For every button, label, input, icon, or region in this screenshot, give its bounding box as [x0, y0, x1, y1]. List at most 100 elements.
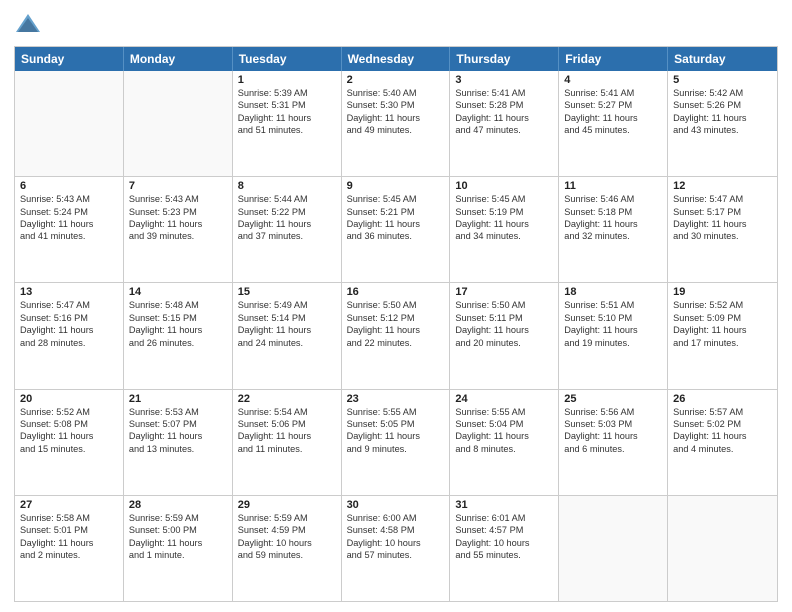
calendar-row-0: 1Sunrise: 5:39 AMSunset: 5:31 PMDaylight… [15, 71, 777, 176]
day-number: 26 [673, 393, 772, 405]
cell-info-line: Daylight: 11 hours [129, 430, 227, 442]
cell-info-line: Sunset: 5:07 PM [129, 418, 227, 430]
day-cell-21: 21Sunrise: 5:53 AMSunset: 5:07 PMDayligh… [124, 390, 233, 495]
day-number: 22 [238, 393, 336, 405]
day-cell-19: 19Sunrise: 5:52 AMSunset: 5:09 PMDayligh… [668, 283, 777, 388]
day-cell-14: 14Sunrise: 5:48 AMSunset: 5:15 PMDayligh… [124, 283, 233, 388]
cell-info-line: and 34 minutes. [455, 230, 553, 242]
day-number: 29 [238, 499, 336, 511]
cell-info-line: and 39 minutes. [129, 230, 227, 242]
day-number: 18 [564, 286, 662, 298]
cell-info-line: and 28 minutes. [20, 337, 118, 349]
weekday-header-monday: Monday [124, 47, 233, 71]
day-number: 9 [347, 180, 445, 192]
day-number: 31 [455, 499, 553, 511]
calendar-header: SundayMondayTuesdayWednesdayThursdayFrid… [15, 47, 777, 71]
cell-info-line: and 6 minutes. [564, 443, 662, 455]
cell-info-line: Sunrise: 5:39 AM [238, 87, 336, 99]
day-cell-31: 31Sunrise: 6:01 AMSunset: 4:57 PMDayligh… [450, 496, 559, 601]
cell-info-line: and 51 minutes. [238, 124, 336, 136]
day-number: 4 [564, 74, 662, 86]
day-cell-7: 7Sunrise: 5:43 AMSunset: 5:23 PMDaylight… [124, 177, 233, 282]
day-cell-17: 17Sunrise: 5:50 AMSunset: 5:11 PMDayligh… [450, 283, 559, 388]
cell-info-line: and 41 minutes. [20, 230, 118, 242]
cell-info-line: Sunset: 5:26 PM [673, 99, 772, 111]
cell-info-line: Daylight: 11 hours [673, 430, 772, 442]
cell-info-line: and 13 minutes. [129, 443, 227, 455]
cell-info-line: Daylight: 11 hours [347, 112, 445, 124]
cell-info-line: and 26 minutes. [129, 337, 227, 349]
day-cell-4: 4Sunrise: 5:41 AMSunset: 5:27 PMDaylight… [559, 71, 668, 176]
weekday-header-saturday: Saturday [668, 47, 777, 71]
day-cell-11: 11Sunrise: 5:46 AMSunset: 5:18 PMDayligh… [559, 177, 668, 282]
cell-info-line: Sunrise: 5:41 AM [455, 87, 553, 99]
cell-info-line: Daylight: 11 hours [455, 112, 553, 124]
cell-info-line: Sunrise: 5:50 AM [455, 299, 553, 311]
cell-info-line: Daylight: 11 hours [564, 324, 662, 336]
cell-info-line: Daylight: 11 hours [20, 218, 118, 230]
day-number: 23 [347, 393, 445, 405]
cell-info-line: and 32 minutes. [564, 230, 662, 242]
day-cell-10: 10Sunrise: 5:45 AMSunset: 5:19 PMDayligh… [450, 177, 559, 282]
weekday-header-wednesday: Wednesday [342, 47, 451, 71]
cell-info-line: and 15 minutes. [20, 443, 118, 455]
day-number: 16 [347, 286, 445, 298]
cell-info-line: Daylight: 11 hours [129, 324, 227, 336]
day-number: 1 [238, 74, 336, 86]
cell-info-line: Sunrise: 5:45 AM [347, 193, 445, 205]
day-cell-8: 8Sunrise: 5:44 AMSunset: 5:22 PMDaylight… [233, 177, 342, 282]
day-cell-9: 9Sunrise: 5:45 AMSunset: 5:21 PMDaylight… [342, 177, 451, 282]
cell-info-line: Sunrise: 5:49 AM [238, 299, 336, 311]
cell-info-line: and 24 minutes. [238, 337, 336, 349]
day-cell-25: 25Sunrise: 5:56 AMSunset: 5:03 PMDayligh… [559, 390, 668, 495]
cell-info-line: Sunset: 5:23 PM [129, 206, 227, 218]
cell-info-line: Sunset: 5:21 PM [347, 206, 445, 218]
day-cell-12: 12Sunrise: 5:47 AMSunset: 5:17 PMDayligh… [668, 177, 777, 282]
day-cell-18: 18Sunrise: 5:51 AMSunset: 5:10 PMDayligh… [559, 283, 668, 388]
cell-info-line: Sunset: 5:18 PM [564, 206, 662, 218]
cell-info-line: Sunset: 4:59 PM [238, 524, 336, 536]
day-number: 25 [564, 393, 662, 405]
cell-info-line: Daylight: 11 hours [455, 324, 553, 336]
cell-info-line: Sunset: 5:02 PM [673, 418, 772, 430]
cell-info-line: Sunset: 5:03 PM [564, 418, 662, 430]
day-cell-30: 30Sunrise: 6:00 AMSunset: 4:58 PMDayligh… [342, 496, 451, 601]
day-number: 3 [455, 74, 553, 86]
cell-info-line: Sunrise: 5:47 AM [673, 193, 772, 205]
cell-info-line: Sunset: 5:08 PM [20, 418, 118, 430]
cell-info-line: Sunrise: 5:58 AM [20, 512, 118, 524]
day-cell-28: 28Sunrise: 5:59 AMSunset: 5:00 PMDayligh… [124, 496, 233, 601]
cell-info-line: Sunset: 5:05 PM [347, 418, 445, 430]
day-cell-26: 26Sunrise: 5:57 AMSunset: 5:02 PMDayligh… [668, 390, 777, 495]
day-number: 10 [455, 180, 553, 192]
cell-info-line: Daylight: 10 hours [455, 537, 553, 549]
cell-info-line: Sunset: 5:24 PM [20, 206, 118, 218]
cell-info-line: Daylight: 11 hours [564, 112, 662, 124]
weekday-header-friday: Friday [559, 47, 668, 71]
cell-info-line: Daylight: 10 hours [238, 537, 336, 549]
cell-info-line: Daylight: 11 hours [238, 430, 336, 442]
cell-info-line: and 49 minutes. [347, 124, 445, 136]
cell-info-line: Daylight: 11 hours [564, 430, 662, 442]
day-number: 12 [673, 180, 772, 192]
day-cell-5: 5Sunrise: 5:42 AMSunset: 5:26 PMDaylight… [668, 71, 777, 176]
cell-info-line: and 55 minutes. [455, 549, 553, 561]
day-cell-empty-0-1 [124, 71, 233, 176]
cell-info-line: Sunrise: 5:43 AM [20, 193, 118, 205]
cell-info-line: Daylight: 11 hours [20, 430, 118, 442]
cell-info-line: Sunrise: 5:56 AM [564, 406, 662, 418]
day-number: 20 [20, 393, 118, 405]
cell-info-line: Sunset: 5:30 PM [347, 99, 445, 111]
calendar: SundayMondayTuesdayWednesdayThursdayFrid… [14, 46, 778, 602]
cell-info-line: Sunset: 5:00 PM [129, 524, 227, 536]
cell-info-line: Sunrise: 5:47 AM [20, 299, 118, 311]
day-number: 6 [20, 180, 118, 192]
cell-info-line: Sunset: 5:11 PM [455, 312, 553, 324]
day-cell-27: 27Sunrise: 5:58 AMSunset: 5:01 PMDayligh… [15, 496, 124, 601]
cell-info-line: Sunrise: 5:54 AM [238, 406, 336, 418]
header [14, 10, 778, 38]
cell-info-line: Sunset: 5:06 PM [238, 418, 336, 430]
weekday-header-sunday: Sunday [15, 47, 124, 71]
cell-info-line: Sunset: 5:27 PM [564, 99, 662, 111]
cell-info-line: Sunset: 4:57 PM [455, 524, 553, 536]
